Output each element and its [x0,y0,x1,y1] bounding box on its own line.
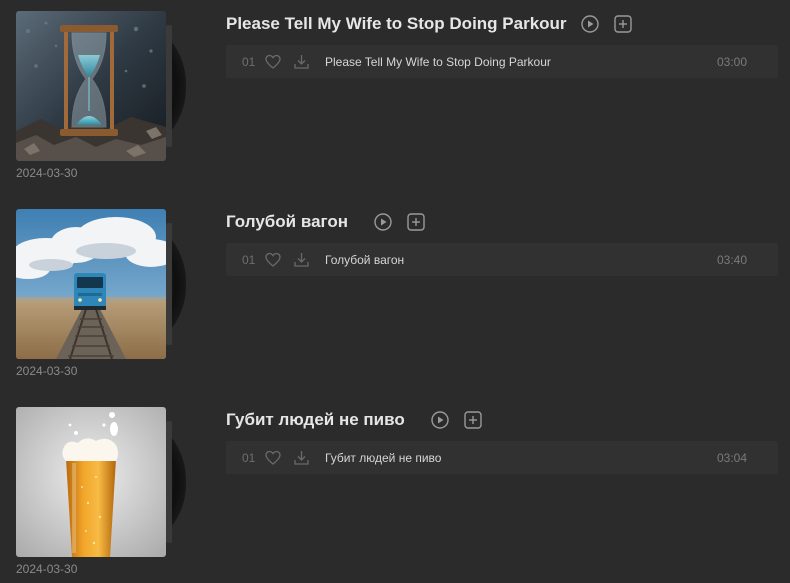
album-header: Губит людей не пиво [226,408,482,432]
album-cover-beer[interactable] [16,407,166,557]
download-icon[interactable] [293,449,310,466]
track-duration: 03:04 [716,451,747,465]
play-all-icon[interactable] [374,213,392,231]
album-cover-train[interactable] [16,209,166,359]
cover-spine [166,25,172,147]
track-duration: 03:00 [716,55,747,69]
album-cover-wrapper[interactable] [16,209,186,359]
album-cover-hourglass[interactable] [16,11,166,161]
cover-spine [166,223,172,345]
track-number: 01 [242,55,256,69]
hourglass-artwork [16,11,166,161]
album-title[interactable]: Губит людей не пиво [226,410,405,430]
heart-icon[interactable] [265,450,281,466]
add-to-playlist-icon[interactable] [464,411,482,429]
album-cover-wrapper[interactable] [16,11,186,161]
heart-icon[interactable] [265,252,281,268]
track-title[interactable]: Голубой вагон [325,253,404,267]
album-list: 2024-03-30 Please Tell My Wife to Stop D… [0,0,790,583]
track-number: 01 [242,253,256,267]
album-release-date: 2024-03-30 [16,364,78,378]
play-all-icon[interactable] [580,15,599,33]
album-card: 2024-03-30 Голубой вагон 01 Голубой ваго… [0,198,790,388]
play-all-icon[interactable] [431,411,449,429]
album-title[interactable]: Please Tell My Wife to Stop Doing Parkou… [226,14,567,34]
download-icon[interactable] [293,53,310,70]
album-title[interactable]: Голубой вагон [226,212,348,232]
album-header: Голубой вагон [226,210,425,234]
track-row[interactable]: 01 Please Tell My Wife to Stop Doing Par… [226,45,778,78]
track-duration: 03:40 [716,253,747,267]
track-title[interactable]: Please Tell My Wife to Stop Doing Parkou… [325,55,551,69]
train-on-tracks-artwork [16,209,166,359]
heart-icon[interactable] [265,54,281,70]
add-to-playlist-icon[interactable] [407,213,425,231]
album-release-date: 2024-03-30 [16,166,78,180]
track-row[interactable]: 01 Голубой вагон 03:40 [226,243,778,276]
download-icon[interactable] [293,251,310,268]
album-header: Please Tell My Wife to Stop Doing Parkou… [226,12,632,36]
track-row[interactable]: 01 Губит людей не пиво 03:04 [226,441,778,474]
album-card: 2024-03-30 Please Tell My Wife to Stop D… [0,0,790,190]
album-cover-wrapper[interactable] [16,407,186,557]
cover-spine [166,421,172,543]
track-number: 01 [242,451,256,465]
album-release-date: 2024-03-30 [16,562,78,576]
album-card: 2024-03-30 Губит людей не пиво 01 Губит … [0,396,790,583]
track-title[interactable]: Губит людей не пиво [325,451,441,465]
beer-glass-artwork [16,407,166,557]
add-to-playlist-icon[interactable] [613,15,632,33]
